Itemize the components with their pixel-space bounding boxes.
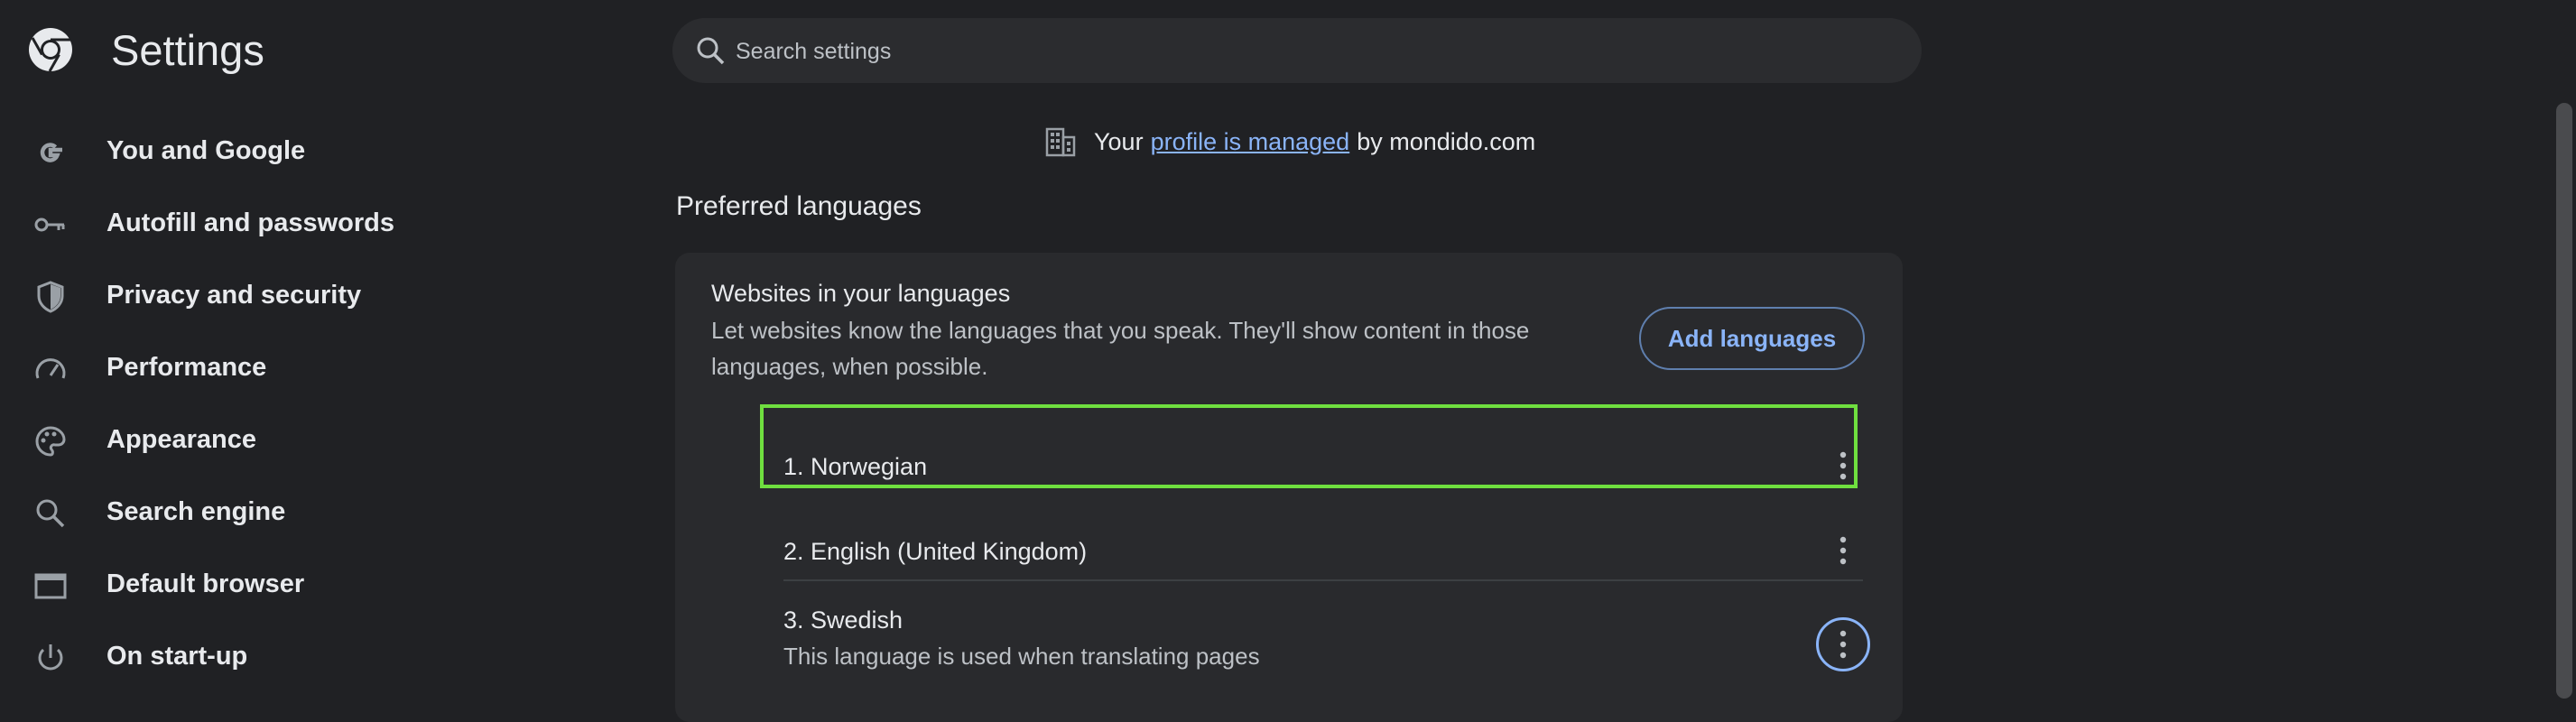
sidebar-item-default-browser[interactable]: Default browser — [0, 551, 578, 616]
language-menu-button[interactable] — [1816, 617, 1870, 671]
languages-card: Websites in your languages Let websites … — [675, 253, 1903, 722]
sidebar-item-label: Performance — [107, 353, 267, 382]
profile-managed-link[interactable]: profile is managed — [1151, 128, 1350, 156]
language-note: This language is used when translating p… — [783, 643, 1260, 670]
language-name: 2. English (United Kingdom) — [783, 538, 1088, 565]
more-vert-icon — [1839, 630, 1847, 659]
app-title: Settings — [111, 26, 264, 74]
chrome-logo-icon — [29, 28, 72, 72]
more-vert-icon — [1839, 451, 1847, 480]
add-languages-button[interactable]: Add languages — [1639, 307, 1865, 370]
language-row-norwegian[interactable]: 1. Norwegian — [783, 430, 1863, 502]
sidebar-item-on-startup[interactable]: On start-up — [0, 624, 578, 689]
sidebar-item-label: Appearance — [107, 425, 257, 454]
scrollbar[interactable] — [2556, 103, 2572, 699]
search-icon — [36, 499, 65, 528]
language-menu-button[interactable] — [1816, 523, 1870, 578]
sidebar-item-you-and-google[interactable]: You and Google — [0, 118, 578, 183]
sidebar-item-label: Privacy and security — [107, 281, 362, 310]
more-vert-icon — [1839, 536, 1847, 565]
search-input[interactable] — [734, 32, 1821, 70]
sidebar-item-label: You and Google — [107, 136, 306, 165]
section-title: Preferred languages — [676, 191, 922, 221]
key-icon — [34, 218, 65, 232]
language-row-swedish[interactable]: 3. Swedish This language is used when tr… — [783, 581, 1870, 690]
sidebar-item-label: Default browser — [107, 569, 305, 598]
speedometer-icon — [35, 358, 66, 379]
sidebar-item-privacy[interactable]: Privacy and security — [0, 263, 578, 328]
managed-notice: Your profile is managed by mondido.com — [1043, 124, 1535, 160]
sidebar-item-appearance[interactable]: Appearance — [0, 407, 578, 472]
search-bar[interactable] — [672, 18, 1922, 83]
language-name: 3. Swedish — [783, 606, 903, 634]
sidebar-item-autofill[interactable]: Autofill and passwords — [0, 190, 578, 255]
power-icon — [38, 644, 63, 671]
shield-icon — [37, 281, 64, 313]
search-icon — [697, 37, 725, 65]
managed-prefix: Your — [1094, 127, 1144, 155]
sidebar-item-performance[interactable]: Performance — [0, 335, 578, 400]
language-name: 1. Norwegian — [783, 453, 928, 480]
building-icon — [1045, 127, 1076, 157]
card-heading: Websites in your languages — [711, 280, 1011, 307]
card-description: Let websites know the languages that you… — [711, 317, 1530, 380]
palette-icon — [35, 426, 66, 457]
sidebar-item-label: Search engine — [107, 497, 286, 526]
google-g-icon — [40, 143, 62, 162]
sidebar-item-label: Autofill and passwords — [107, 208, 395, 237]
managed-suffix: by mondido.com — [1357, 127, 1536, 155]
browser-window-icon — [34, 573, 67, 599]
sidebar-item-search-engine[interactable]: Search engine — [0, 479, 578, 544]
language-menu-button[interactable] — [1816, 439, 1870, 493]
sidebar-item-label: On start-up — [107, 642, 248, 671]
